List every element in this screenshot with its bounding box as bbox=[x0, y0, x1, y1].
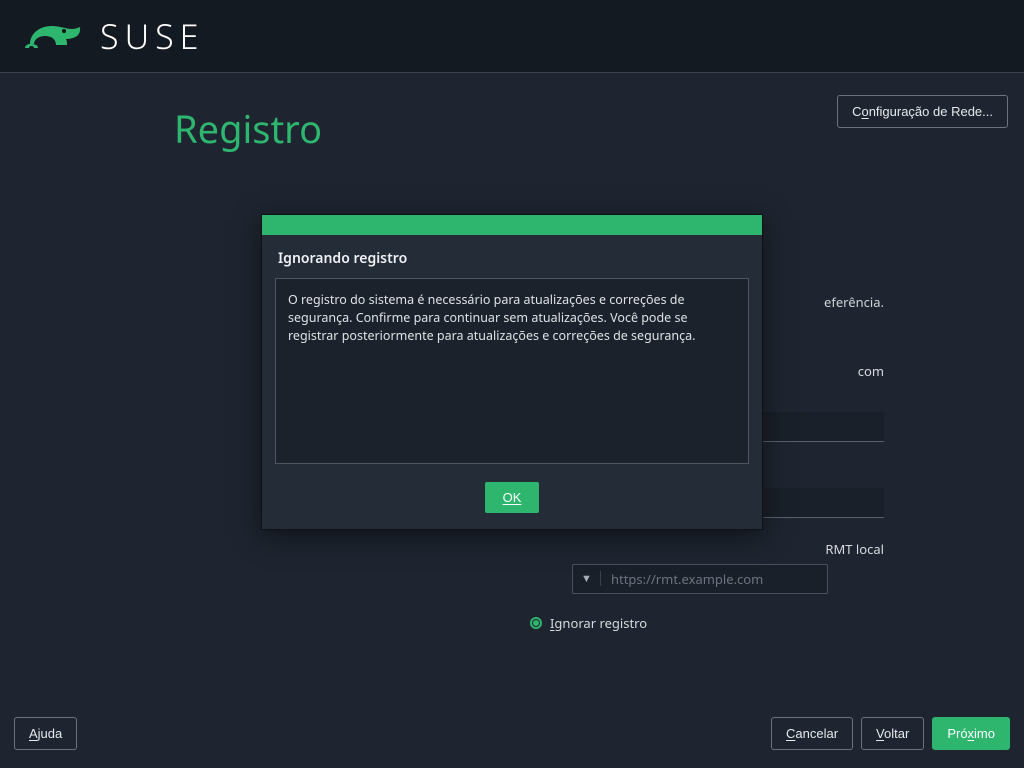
brand-logo: SUSE bbox=[24, 13, 204, 59]
dialog-body-text: O registro do sistema é necessário para … bbox=[288, 291, 736, 345]
ok-button[interactable]: OK bbox=[485, 482, 540, 513]
chevron-down-icon: ▼ bbox=[573, 571, 601, 586]
scc-option-tail: com bbox=[858, 362, 884, 380]
cancel-button[interactable]: Cancelar bbox=[771, 717, 853, 750]
network-config-button[interactable]: Configuração de Rede... bbox=[837, 95, 1008, 128]
rmt-url-combo[interactable]: ▼ https://rmt.example.com bbox=[572, 564, 828, 594]
radio-skip-icon[interactable] bbox=[530, 617, 542, 629]
page-title: Registro bbox=[174, 103, 322, 155]
chameleon-icon bbox=[24, 18, 86, 54]
wizard-footer: Ajuda Cancelar Voltar Próximo bbox=[0, 698, 1024, 768]
rmt-option-tail: RMT local bbox=[825, 540, 884, 558]
rmt-url-placeholder: https://rmt.example.com bbox=[601, 570, 827, 588]
skip-option-label[interactable]: gnorar registro bbox=[554, 614, 647, 632]
back-button[interactable]: Voltar bbox=[861, 717, 924, 750]
dialog-text-box: O registro do sistema é necessário para … bbox=[275, 278, 749, 464]
brand-name: SUSE bbox=[100, 13, 204, 59]
dialog-accent-bar bbox=[262, 215, 762, 235]
dialog-title: Ignorando registro bbox=[262, 235, 762, 278]
next-button[interactable]: Próximo bbox=[932, 717, 1010, 750]
skip-registration-dialog: Ignorando registro O registro do sistema… bbox=[261, 214, 763, 530]
help-button[interactable]: Ajuda bbox=[14, 717, 77, 750]
header-bar: SUSE bbox=[0, 0, 1024, 73]
